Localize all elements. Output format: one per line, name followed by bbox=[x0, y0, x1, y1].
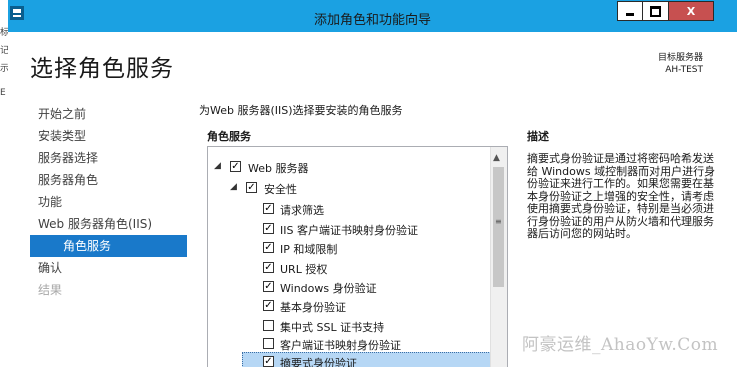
page-title: 选择角色服务 bbox=[30, 56, 174, 82]
nav-item-confirmation[interactable]: 确认 bbox=[8, 257, 187, 279]
checkbox[interactable]: ✓ bbox=[230, 161, 241, 172]
tree-row-url-authorization[interactable]: ✓ URL 授权 bbox=[208, 258, 491, 278]
tree-row-label: URL 授权 bbox=[280, 263, 328, 276]
tree-scrollbar[interactable]: ▲ ≡ bbox=[490, 147, 507, 367]
tree-row-label: IIS 客户端证书映射身份验证 bbox=[280, 224, 418, 237]
strip-mark: E bbox=[0, 88, 6, 98]
tree-row-security[interactable]: ◢ ✓ 安全性 bbox=[208, 178, 491, 198]
tree-row-label: 安全性 bbox=[264, 183, 297, 196]
checkbox[interactable]: ✓ bbox=[263, 300, 274, 311]
tree-row-iis-client-cert-auth[interactable]: ✓ IIS 客户端证书映射身份验证 bbox=[208, 219, 491, 239]
scrollbar-thumb[interactable] bbox=[493, 167, 504, 287]
minimize-button[interactable] bbox=[617, 1, 642, 21]
close-button[interactable]: X bbox=[668, 1, 714, 21]
destination-server-label: 目标服务器 bbox=[657, 53, 703, 63]
tree-row-digest-auth[interactable]: ✓ 摘要式身份验证 bbox=[242, 352, 491, 367]
tree-row-label: Web 服务器 bbox=[248, 162, 309, 175]
description-text: 摘要式身份验证是通过将密码哈希发送给 Windows 域控制器而对用户进行身份验… bbox=[527, 152, 716, 240]
tree-row-label: 客户端证书映射身份验证 bbox=[280, 339, 401, 352]
scroll-up-arrow-icon[interactable]: ▲ bbox=[493, 153, 500, 163]
checkbox[interactable] bbox=[263, 338, 274, 349]
nav-item-before-you-begin[interactable]: 开始之前 bbox=[8, 103, 187, 125]
tree-row-label: 集中式 SSL 证书支持 bbox=[280, 321, 385, 334]
nav-item-results: 结果 bbox=[38, 283, 63, 297]
tree-row-label: Windows 身份验证 bbox=[280, 282, 377, 295]
checkbox[interactable]: ✓ bbox=[263, 281, 274, 292]
tree-row-windows-auth[interactable]: ✓ Windows 身份验证 bbox=[208, 277, 491, 297]
tree-row-label: 基本身份验证 bbox=[280, 301, 346, 314]
role-services-header: 角色服务 bbox=[207, 130, 251, 143]
nav-item-web-server-role[interactable]: Web 服务器角色(IIS) bbox=[8, 213, 187, 235]
description-header: 描述 bbox=[527, 130, 549, 143]
role-services-tree[interactable]: ◢ ✓ Web 服务器 ◢ ✓ 安全性 ✓ 请求筛选 ✓ IIS 客户端证书映射… bbox=[207, 146, 508, 367]
checkbox[interactable]: ✓ bbox=[263, 356, 274, 367]
tree-row-request-filtering[interactable]: ✓ 请求筛选 bbox=[208, 199, 491, 219]
maximize-icon bbox=[650, 5, 661, 17]
tree-row-label: IP 和域限制 bbox=[280, 243, 338, 256]
nav-item-server-selection[interactable]: 服务器选择 bbox=[8, 147, 187, 169]
nav-item-features[interactable]: 功能 bbox=[8, 191, 187, 213]
checkbox[interactable]: ✓ bbox=[263, 223, 274, 234]
checkbox[interactable] bbox=[263, 320, 274, 331]
maximize-button[interactable] bbox=[642, 1, 668, 21]
tree-row-label: 请求筛选 bbox=[280, 204, 324, 217]
checkbox[interactable]: ✓ bbox=[246, 182, 257, 193]
watermark: 阿豪运维_AhaoYw.Com bbox=[522, 335, 719, 355]
destination-server: 目标服务器 AH-TEST bbox=[658, 52, 703, 76]
tree-row-client-cert-auth[interactable]: 客户端证书映射身份验证 bbox=[208, 334, 491, 354]
title-bar[interactable]: 添加角色和功能向导 X bbox=[8, 0, 737, 32]
nav-item-server-roles[interactable]: 服务器角色 bbox=[8, 169, 187, 191]
tree-row-centralized-ssl[interactable]: 集中式 SSL 证书支持 bbox=[208, 316, 491, 336]
minimize-icon bbox=[626, 12, 634, 16]
nav-item-role-services[interactable]: 角色服务 bbox=[30, 235, 187, 257]
tree-row-label: 摘要式身份验证 bbox=[280, 357, 357, 367]
checkbox[interactable]: ✓ bbox=[263, 203, 274, 214]
tree-row-basic-auth[interactable]: ✓ 基本身份验证 bbox=[208, 296, 491, 316]
collapse-arrow-icon[interactable]: ◢ bbox=[230, 182, 237, 192]
wizard-window: 添加角色和功能向导 X 选择角色服务 目标服务器 AH-TEST 开始之前 安装… bbox=[8, 0, 737, 367]
wizard-nav: 开始之前 安装类型 服务器选择 服务器角色 功能 Web 服务器角色(IIS) … bbox=[8, 103, 187, 301]
scrollbar-grip-icon: ≡ bbox=[495, 217, 502, 226]
tree-row-ip-domain-restrictions[interactable]: ✓ IP 和域限制 bbox=[208, 238, 491, 258]
checkbox[interactable]: ✓ bbox=[263, 262, 274, 273]
nav-item-installation-type[interactable]: 安装类型 bbox=[8, 125, 187, 147]
tree-row-web-server[interactable]: ◢ ✓ Web 服务器 bbox=[208, 157, 491, 177]
destination-server-name: AH-TEST bbox=[665, 65, 703, 75]
collapse-arrow-icon[interactable]: ◢ bbox=[214, 161, 221, 171]
checkbox[interactable]: ✓ bbox=[263, 242, 274, 253]
instruction-text: 为Web 服务器(IIS)选择要安装的角色服务 bbox=[199, 104, 403, 117]
